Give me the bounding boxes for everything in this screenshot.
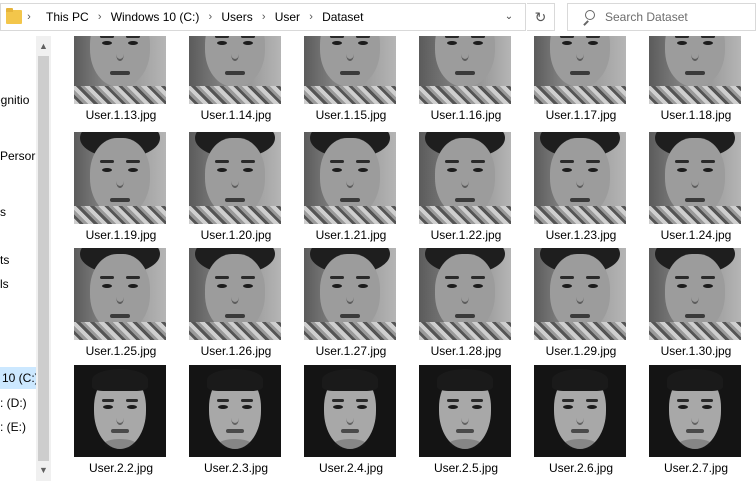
- image-thumbnail[interactable]: [304, 132, 396, 224]
- search-input[interactable]: [605, 10, 755, 24]
- image-thumbnail[interactable]: [74, 248, 166, 340]
- breadcrumb-windows-drive[interactable]: Windows 10 (C:): [107, 10, 204, 24]
- breadcrumb-user[interactable]: User: [271, 10, 304, 24]
- nav-scrollbar[interactable]: ▲ ▼: [36, 36, 51, 481]
- nav-item-documents[interactable]: s: [0, 205, 6, 219]
- image-thumbnail[interactable]: [419, 365, 511, 457]
- nav-item-personal[interactable]: Persor: [0, 149, 35, 163]
- image-thumbnail[interactable]: [534, 365, 626, 457]
- scrollbar-thumb[interactable]: [38, 56, 49, 461]
- scroll-down-arrow-icon[interactable]: ▼: [36, 462, 51, 479]
- breadcrumb-dataset[interactable]: Dataset: [318, 10, 367, 24]
- refresh-button[interactable]: ↻: [527, 3, 555, 31]
- chevron-down-icon[interactable]: ⌄: [503, 11, 515, 23]
- nav-item-recognition[interactable]: egnitio: [0, 93, 29, 107]
- file-name-label[interactable]: User.1.24.jpg: [627, 228, 756, 242]
- image-thumbnail[interactable]: [74, 132, 166, 224]
- image-thumbnail[interactable]: [649, 365, 741, 457]
- image-thumbnail[interactable]: [74, 365, 166, 457]
- nav-item-windows-drive[interactable]: 10 (C:): [0, 367, 36, 389]
- breadcrumb: This PC › Windows 10 (C:) › Users › User…: [42, 4, 367, 30]
- file-name-label[interactable]: User.1.30.jpg: [627, 344, 756, 358]
- image-thumbnail[interactable]: [304, 365, 396, 457]
- chevron-right-icon[interactable]: ›: [304, 11, 318, 23]
- scroll-up-arrow-icon[interactable]: ▲: [36, 38, 51, 55]
- image-thumbnail[interactable]: [534, 132, 626, 224]
- image-thumbnail[interactable]: [189, 248, 281, 340]
- image-thumbnail[interactable]: [419, 132, 511, 224]
- chevron-right-icon[interactable]: ›: [93, 11, 107, 23]
- nav-item-drive-e[interactable]: : (E:): [0, 420, 26, 434]
- breadcrumb-this-pc[interactable]: This PC: [42, 10, 93, 24]
- image-thumbnail[interactable]: [649, 248, 741, 340]
- refresh-icon: ↻: [534, 8, 547, 25]
- nav-item-drive-d[interactable]: : (D:): [0, 396, 27, 410]
- file-name-label[interactable]: User.1.18.jpg: [627, 108, 756, 122]
- image-thumbnail[interactable]: [649, 132, 741, 224]
- search-box[interactable]: [567, 3, 756, 31]
- chevron-right-icon[interactable]: ›: [22, 11, 36, 23]
- image-thumbnail[interactable]: [189, 365, 281, 457]
- chevron-right-icon[interactable]: ›: [257, 11, 271, 23]
- image-thumbnail[interactable]: [74, 36, 166, 104]
- image-thumbnail[interactable]: [304, 248, 396, 340]
- file-name-label[interactable]: User.2.7.jpg: [627, 461, 756, 475]
- image-thumbnail[interactable]: [649, 36, 741, 104]
- address-toolbar: › This PC › Windows 10 (C:) › Users › Us…: [0, 0, 756, 34]
- image-thumbnail[interactable]: [189, 36, 281, 104]
- file-grid: User.1.13.jpg User.1.14.jpg User.1.15.jpg U…: [52, 36, 756, 481]
- search-icon: [582, 10, 595, 26]
- chevron-right-icon[interactable]: ›: [203, 11, 217, 23]
- navigation-pane: egnitio Persor s ts ls 10 (C:) : (D:) : …: [0, 36, 36, 481]
- image-thumbnail[interactable]: [189, 132, 281, 224]
- image-thumbnail[interactable]: [534, 36, 626, 104]
- address-bar[interactable]: › This PC › Windows 10 (C:) › Users › Us…: [0, 3, 526, 31]
- folder-icon: [6, 8, 22, 24]
- nav-item-objects[interactable]: ts: [0, 253, 9, 267]
- image-thumbnail[interactable]: [304, 36, 396, 104]
- image-thumbnail[interactable]: [534, 248, 626, 340]
- image-thumbnail[interactable]: [419, 248, 511, 340]
- nav-item-downloads[interactable]: ls: [0, 277, 9, 291]
- image-thumbnail[interactable]: [419, 36, 511, 104]
- breadcrumb-users[interactable]: Users: [217, 10, 256, 24]
